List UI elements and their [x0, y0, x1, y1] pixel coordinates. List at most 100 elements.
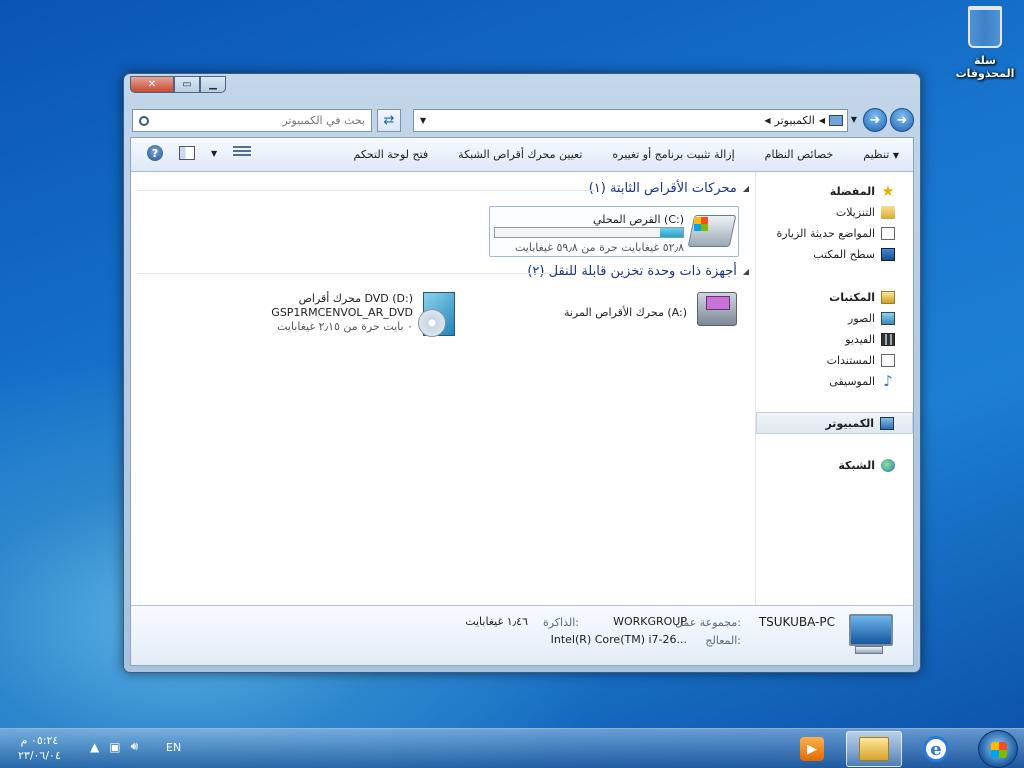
refresh-button[interactable]: ⇄: [377, 109, 401, 132]
computer-icon: [880, 416, 894, 430]
explorer-window: ✕ ▭ ▁ ⇄ ◀ الكمبيوتر ◀ ▼ ▼ ➜ ➜ تنظيم ▼ خص…: [123, 73, 921, 673]
computer-icon: [829, 115, 843, 126]
clock-time: ٠٥:٢٤ م: [20, 734, 59, 747]
address-bar[interactable]: ◀ الكمبيوتر ◀ ▼: [413, 109, 848, 132]
nav-documents[interactable]: المستندات: [756, 351, 913, 369]
start-button[interactable]: [978, 730, 1018, 768]
libraries-icon: [881, 290, 895, 304]
network-status-icon[interactable]: ▣: [109, 740, 120, 754]
windows-logo-icon: [694, 217, 708, 231]
close-button[interactable]: ✕: [130, 76, 174, 93]
collapse-triangle-icon[interactable]: ◢: [743, 184, 749, 193]
collapse-triangle-icon[interactable]: ◢: [743, 267, 749, 276]
windows-explorer-icon: [859, 737, 889, 761]
computer-monitor-icon: [849, 614, 893, 646]
organize-menu[interactable]: تنظيم ▼: [863, 148, 899, 161]
nav-computer[interactable]: الكمبيوتر: [756, 412, 913, 434]
drive-d-label: GSP1RMCENVOL_AR_DVD: [271, 306, 413, 319]
system-tray: ▲ ▣ 🔊︎: [90, 739, 138, 754]
taskbar-internet-explorer[interactable]: e: [908, 731, 964, 767]
taskbar: e ▶ EN ▲ ▣ 🔊︎ ٠٥:٢٤ م ٢٣/٠٦/٠٤: [0, 728, 1024, 768]
recycle-bin-icon: [968, 6, 1002, 48]
explorer-body: تنظيم ▼ خصائص النظام إزالة تثبيت برنامج …: [130, 137, 914, 666]
system-properties-button[interactable]: خصائص النظام: [765, 148, 834, 161]
drive-d-tile[interactable]: محرك أقراص DVD (D:) GSP1RMCENVOL_AR_DVD …: [195, 292, 455, 340]
map-network-drive-button[interactable]: تعيين محرك أقراص الشبكة: [458, 148, 582, 161]
computer-base-icon: [855, 646, 883, 654]
recycle-bin-shortcut[interactable]: سلة المحذوفات: [950, 6, 1020, 80]
floppy-drive-icon: [697, 292, 737, 326]
recent-pages-dropdown-icon[interactable]: ▼: [851, 115, 857, 124]
refresh-icon: ⇄: [383, 113, 395, 128]
divider: [137, 273, 555, 274]
pictures-icon: [881, 311, 895, 325]
command-bar: تنظيم ▼ خصائص النظام إزالة تثبيت برنامج …: [131, 138, 913, 172]
recent-places-icon: [881, 226, 895, 240]
chevron-down-icon: ▼: [892, 151, 899, 160]
maximize-button[interactable]: ▭: [174, 76, 200, 93]
videos-icon: [881, 332, 895, 346]
drive-c-usage-fill: [660, 228, 683, 237]
drive-d-name: محرك أقراص DVD (D:): [298, 292, 413, 305]
nav-downloads[interactable]: التنزيلات: [756, 203, 913, 221]
nav-pictures[interactable]: الصور: [756, 309, 913, 327]
breadcrumb-computer[interactable]: الكمبيوتر: [775, 114, 815, 127]
preview-pane-icon[interactable]: [179, 146, 195, 160]
uninstall-program-button[interactable]: إزالة تثبيت برنامج أو تغييره: [612, 148, 734, 161]
breadcrumb-chevron-icon[interactable]: ◀: [819, 116, 825, 125]
volume-icon[interactable]: 🔊︎: [131, 739, 139, 754]
drive-c-tile[interactable]: القرص المحلي (C:) ٥٢٫٨ غيغابايت حرة من ٥…: [489, 206, 739, 257]
internet-explorer-icon: e: [923, 736, 949, 762]
search-input[interactable]: [149, 114, 365, 127]
change-view-icon[interactable]: [233, 146, 252, 160]
nav-network[interactable]: الشبكة: [756, 456, 913, 474]
nav-videos[interactable]: الفيديو: [756, 330, 913, 348]
views-dropdown-icon[interactable]: ▼: [211, 149, 217, 158]
search-icon: [139, 115, 149, 126]
drive-d-free-space: ٠ بايت حرة من ٢٫١٥ غيغابايت: [277, 320, 413, 333]
group-header-removable[interactable]: ◢ أجهزة ذات وحدة تخزين قابلة للنقل (٢): [527, 264, 749, 279]
content-pane: ◢ محركات الأقراص الثابتة (١) القرص المحل…: [131, 172, 755, 605]
divider: [137, 190, 595, 191]
nav-music[interactable]: ♪ الموسيقى: [756, 372, 913, 390]
taskbar-media-player[interactable]: ▶: [784, 731, 840, 767]
processor-label: المعالج:: [705, 634, 741, 647]
address-history-dropdown-icon[interactable]: ▼: [420, 116, 426, 125]
caption-buttons: ✕ ▭ ▁: [130, 76, 226, 93]
clock[interactable]: ٠٥:٢٤ م ٢٣/٠٦/٠٤: [18, 733, 61, 763]
desktop-icon: [881, 247, 895, 261]
pc-name: TSUKUBA-PC: [758, 615, 835, 629]
windows-logo-icon: [991, 742, 1007, 758]
forward-button[interactable]: ➜: [890, 108, 914, 132]
show-hidden-icons-icon[interactable]: ▲: [90, 740, 99, 754]
breadcrumb-chevron-icon[interactable]: ◀: [764, 116, 770, 125]
nav-favorites[interactable]: ★ المفضلة: [756, 182, 913, 200]
memory-label: الذاكرة:: [542, 616, 579, 629]
details-pane: TSUKUBA-PC مجموعة عمل: WORKGROUP الذاكرة…: [131, 605, 913, 665]
music-icon: ♪: [883, 371, 893, 390]
drive-c-name: القرص المحلي (C:): [593, 213, 684, 226]
navigation-pane: ★ المفضلة التنزيلات المواضع حديثة الزيارة…: [755, 172, 913, 605]
downloads-folder-icon: [881, 205, 895, 219]
nav-desktop[interactable]: سطح المكتب: [756, 245, 913, 263]
nav-recent-places[interactable]: المواضع حديثة الزيارة: [756, 224, 913, 242]
language-indicator[interactable]: EN: [166, 741, 181, 754]
drive-c-usage-bar: [494, 227, 684, 238]
dvd-drive-icon: [418, 292, 455, 337]
group-header-hdd[interactable]: ◢ محركات الأقراص الثابتة (١): [589, 181, 749, 196]
drive-c-free-space: ٥٢٫٨ غيغابايت حرة من ٥٩٫٨ غيغابايت: [515, 241, 684, 254]
minimize-button[interactable]: ▁: [200, 76, 226, 93]
memory-value: ١٫٤٦ غيغابايت: [465, 615, 528, 628]
address-row: ⇄ ◀ الكمبيوتر ◀ ▼ ▼ ➜ ➜: [130, 107, 914, 133]
drive-a-tile[interactable]: محرك الأقراص المرنة (A:): [537, 292, 737, 332]
media-player-icon: ▶: [800, 737, 824, 761]
nav-libraries[interactable]: المكتبات: [756, 288, 913, 306]
taskbar-windows-explorer[interactable]: [846, 731, 902, 767]
forward-arrow-icon: ➜: [896, 112, 908, 128]
documents-icon: [881, 353, 895, 367]
open-control-panel-button[interactable]: فتح لوحة التحكم: [354, 148, 429, 161]
recycle-bin-label: سلة المحذوفات: [955, 54, 1015, 80]
help-icon[interactable]: ?: [147, 145, 163, 161]
back-button[interactable]: ➜: [863, 108, 887, 132]
search-box[interactable]: [132, 109, 372, 132]
